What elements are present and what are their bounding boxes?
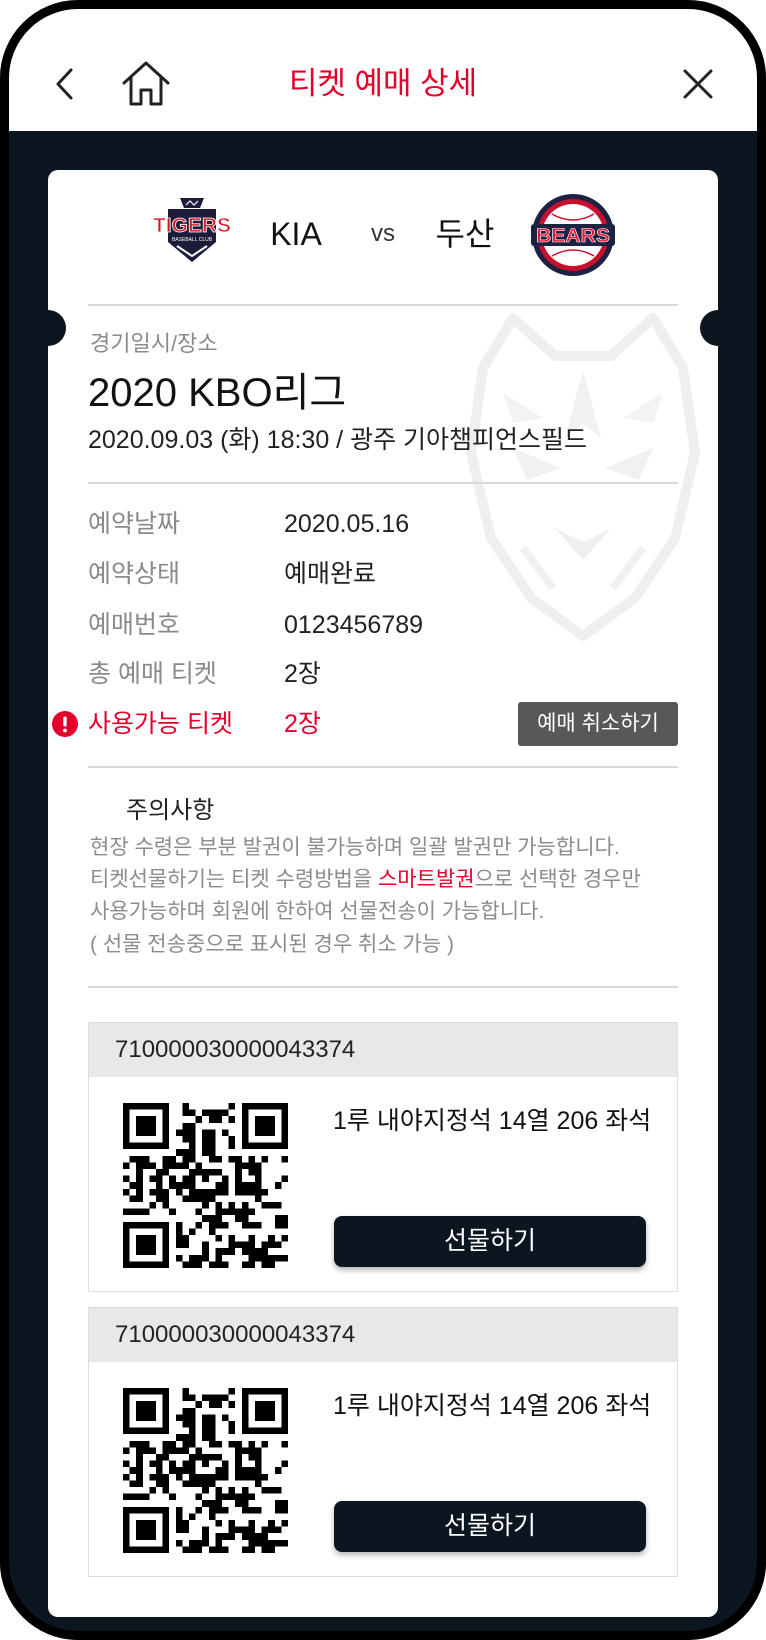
available-tickets-label: 사용가능 티켓 [88,710,233,738]
notice-text: 으로 선택한 경우만 [474,868,641,891]
ticket-notch-left [48,310,66,346]
smart-ticket-highlight: 스마트발권 [377,868,475,891]
phone-screen: 티켓 예매 상세 TIGERS BASEBALL CLUB KIA vs 두산 … [0,0,766,1640]
away-team-name: 두산 [435,216,495,252]
ticket-item: 710000030000043374 1루 내야지정석 14열 206 좌석 선… [88,1022,678,1292]
divider [88,482,678,484]
bears-logo-text: BEARS [536,226,610,247]
tiger-watermark [466,313,700,641]
reservation-date-label: 예약날짜 [88,510,181,538]
ticket-number: 710000030000043374 [89,1023,677,1077]
ticket-card: TIGERS BASEBALL CLUB KIA vs 두산 BEARS 경기일… [48,170,718,1617]
gift-button[interactable]: 선물하기 [334,1216,646,1267]
divider [88,304,678,306]
qr-code [123,1388,288,1553]
reservation-status-label: 예약상태 [88,560,181,588]
close-icon [683,69,713,99]
versus-label: vs [371,220,395,247]
qr-code [123,1103,288,1268]
available-tickets-value: 2장 [284,710,321,738]
notice-line: ( 선물 전송중으로 표시된 경우 취소 가능 ) [90,933,454,956]
cancel-booking-button[interactable]: 예매 취소하기 [518,702,678,746]
alert-icon [52,711,78,737]
divider [88,986,678,988]
seat-info: 1루 내야지정석 14열 206 좌석 [333,1107,652,1135]
game-info-label: 경기일시/장소 [90,331,218,356]
bears-logo: BEARS [531,194,615,276]
tigers-logo: TIGERS BASEBALL CLUB [153,198,231,262]
league-name: 2020 KBO리그 [88,371,347,415]
booking-number-value: 0123456789 [284,611,424,639]
page-title: 티켓 예매 상세 [288,66,478,101]
tigers-logo-text: TIGERS [153,215,231,237]
tigers-logo-subtext: BASEBALL CLUB [172,237,213,243]
top-bar: 티켓 예매 상세 [0,0,766,131]
home-team-name: KIA [270,216,322,252]
seat-info: 1루 내야지정석 14열 206 좌석 [333,1392,652,1420]
notice-title: 주의사항 [126,797,215,824]
divider [88,766,678,768]
reservation-date-value: 2020.05.16 [284,510,410,538]
reservation-status-value: 예매완료 [284,560,377,588]
gift-button[interactable]: 선물하기 [334,1501,646,1552]
notice-text: 티켓선물하기는 티켓 수령방법을 [90,868,378,891]
close-button[interactable] [680,66,716,102]
booking-number-label: 예매번호 [88,611,181,639]
ticket-item: 710000030000043374 1루 내야지정석 14열 206 좌석 선… [88,1307,678,1577]
game-datetime-venue: 2020.09.03 (화) 18:30 / 광주 기아챔피언스필드 [88,426,588,454]
total-tickets-label: 총 예매 티켓 [88,660,217,688]
ticket-number: 710000030000043374 [89,1308,677,1362]
total-tickets-value: 2장 [284,660,321,688]
notice-line: 티켓선물하기는 티켓 수령방법을 스마트발권으로 선택한 경우만 [90,866,641,894]
notice-line: 현장 수령은 부분 발권이 불가능하며 일괄 발권만 가능합니다. [90,836,620,859]
notice-line: 사용가능하며 회원에 한하여 선물전송이 가능합니다. [90,900,545,923]
